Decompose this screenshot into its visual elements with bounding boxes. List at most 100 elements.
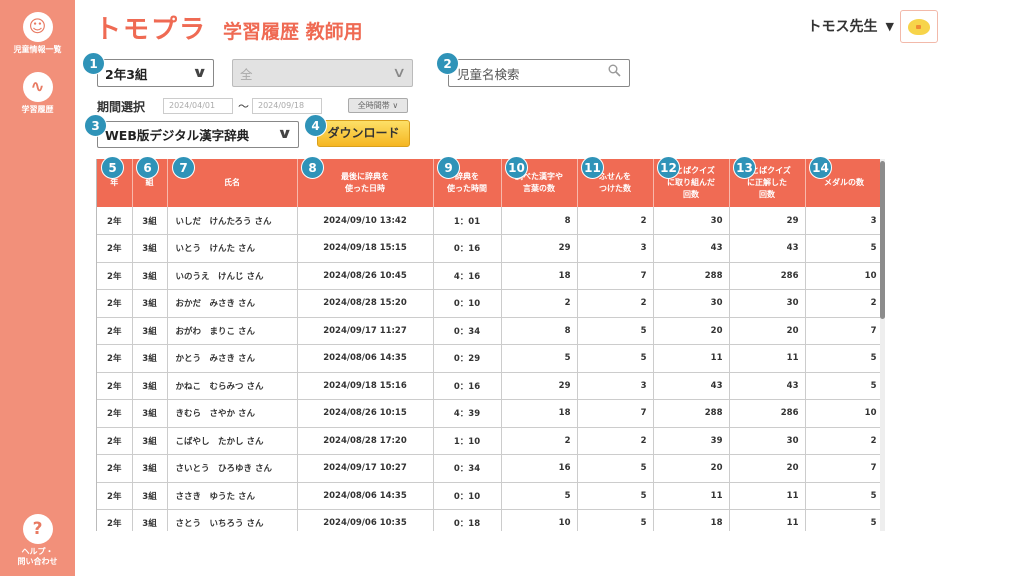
badge-4: 4 [304,114,327,137]
table-row: 2年 3組 おがわ まりこ さん 2024/09/17 11:27 0：34 8 5 20 20… [97,317,882,345]
table-cell: 0：34 [433,454,502,483]
sidebar-item-student-list[interactable]: ☺ 児童情報一覧 [0,12,75,55]
table-cell: さとう いちろう さん [167,509,298,531]
table-cell: 3組 [132,399,168,428]
download-button[interactable]: ダウンロード [317,120,410,147]
student-search-input[interactable]: 児童名検索 [448,59,630,87]
table-cell: 0：16 [433,234,502,263]
date-to-input[interactable]: 2024/09/18 [252,98,322,114]
sidebar-item-learning-history[interactable]: ∿ 学習履歴 [0,72,75,115]
table-cell: 5 [501,482,578,510]
table-cell: 2024/09/18 15:16 [297,372,434,400]
table-cell: 20 [653,317,730,345]
table-cell: 2年 [97,289,133,318]
badge-5: 5 [101,156,124,179]
all-time-select[interactable]: 全時間帯 ∨ [348,98,408,113]
header-line: 言葉の数 [523,184,555,193]
table-cell: 5 [577,344,654,373]
table-cell: 20 [729,317,806,345]
table-row: 2年 3組 きむら さやか さん 2024/08/26 10:15 4：39 18 7 288… [97,399,882,428]
table-cell: 2年 [97,344,133,373]
table-cell: 43 [653,372,730,400]
help-icon: ? [22,514,53,544]
table-cell: 43 [729,234,806,263]
table-cell: 8 [501,207,578,235]
table-cell: 39 [653,427,730,455]
table-cell: かねこ むらみつ さん [167,372,298,400]
table-cell: 29 [501,234,578,263]
help-label-1: ヘルプ・ [21,547,54,556]
period-label: 期間選択 [97,100,146,114]
date-from-input[interactable]: 2024/04/01 [163,98,233,114]
table-cell: 2 [577,207,654,235]
table-cell: 2024/09/10 13:42 [297,207,434,235]
table-cell: 29 [729,207,806,235]
caret-down-icon: ▼ [885,19,894,33]
class-select[interactable]: 2年3組 ∨ [97,59,214,87]
table-cell: 2 [577,289,654,318]
page-title: 学習履歴 教師用 [223,21,363,43]
student-select-value: 全 [240,66,253,82]
sidebar-item-help[interactable]: ? ヘルプ・ 問い合わせ [0,514,75,567]
table-cell: 1：01 [433,207,502,235]
dictionary-select[interactable]: WEB版デジタル漢字辞典 ∨ [97,121,299,148]
table-cell: 5 [805,482,882,510]
table-row: 2年 3組 いのうえ けんじ さん 2024/08/26 10:45 4：16 18 7 28… [97,262,882,290]
table-cell: 5 [577,317,654,345]
table-scrollbar[interactable] [880,159,885,531]
search-placeholder: 児童名検索 [457,66,520,82]
scrollbar-thumb[interactable] [880,161,885,319]
table-cell: 3組 [132,427,168,455]
student-select[interactable]: 全 ∨ [232,59,413,87]
table-cell: 10 [501,509,578,531]
header-line: 回数 [683,190,699,199]
table-body: 2年 3組 いしだ けんたろう さん 2024/09/10 13:42 1：01 8 2 30… [97,207,882,531]
table-cell: 5 [805,234,882,263]
table-cell: 2024/08/28 15:20 [297,289,434,318]
avatar[interactable] [900,10,938,43]
table-cell: 3組 [132,454,168,483]
history-table-container: 年組氏名 最後に辞典を 使った日時 辞典を 使った時間 調べた漢字や 言葉の数 ふせんを つけた… [96,159,882,531]
badge-10: 10 [505,156,528,179]
badge-2: 2 [436,52,459,75]
search-icon [608,64,621,81]
table-cell: 18 [501,262,578,290]
table-cell: 11 [729,482,806,510]
table-cell: 2024/09/18 15:15 [297,234,434,263]
sidebar-item-label: 児童情報一覧 [13,45,62,54]
table-cell: 2年 [97,454,133,483]
history-table: 年組氏名 最後に辞典を 使った日時 辞典を 使った時間 調べた漢字や 言葉の数 ふせんを つけた… [97,159,882,531]
table-cell: 7 [805,317,882,345]
table-cell: 0：10 [433,289,502,318]
smile-icon: ☺ [22,12,53,42]
table-cell: 3 [577,234,654,263]
bird-icon [908,18,930,35]
table-cell: 0：10 [433,482,502,510]
table-cell: 10 [805,399,882,428]
table-cell: 30 [653,207,730,235]
table-cell: 5 [577,482,654,510]
table-cell: 5 [501,344,578,373]
table-cell: 2024/08/06 14:35 [297,344,434,373]
table-cell: 2024/09/06 10:35 [297,509,434,531]
table-cell: 43 [729,372,806,400]
chevron-down-icon: ∨ [391,65,407,81]
table-cell: 11 [729,344,806,373]
table-cell: 8 [501,317,578,345]
table-cell: 3組 [132,289,168,318]
user-menu[interactable]: トモス先生 ▼ [808,16,894,36]
table-cell: 288 [653,262,730,290]
chevron-down-icon: ∨ [389,101,399,110]
table-cell: 2年 [97,317,133,345]
table-cell: ささき ゆうた さん [167,482,298,510]
table-cell: 0：34 [433,317,502,345]
table-row: 2年 3組 さとう いちろう さん 2024/09/06 10:35 0：18 10 5 18… [97,509,882,531]
badge-8: 8 [301,156,324,179]
table-cell: 2年 [97,207,133,235]
user-name: トモス先生 [807,19,878,35]
table-cell: 29 [501,372,578,400]
sidebar: ☺ 児童情報一覧 ∿ 学習履歴 ? ヘルプ・ 問い合わせ [0,0,75,576]
header-logo: トモプラ 学習履歴 教師用 [95,15,363,45]
table-cell: きむら さやか さん [167,399,298,428]
table-cell: 3組 [132,234,168,263]
